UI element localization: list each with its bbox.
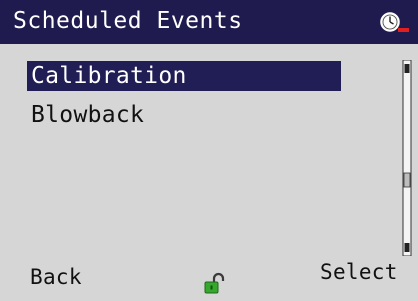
clock-alarm-icon: [380, 12, 409, 32]
title-bar: Scheduled Events: [0, 0, 418, 44]
scrollbar-thumb: [403, 172, 411, 188]
back-button[interactable]: Back: [30, 264, 82, 290]
menu-item-blowback[interactable]: Blowback: [27, 100, 341, 130]
scrollbar[interactable]: [402, 60, 412, 256]
unlocked-padlock-icon: [204, 272, 225, 294]
screen-title: Scheduled Events: [13, 8, 243, 34]
select-button[interactable]: Select: [320, 259, 398, 285]
menu-item-label: Calibration: [31, 63, 187, 89]
scroll-up-arrow: [404, 64, 410, 73]
menu-item-label: Blowback: [31, 102, 145, 128]
menu-item-calibration[interactable]: Calibration: [27, 61, 341, 91]
scroll-down-arrow: [404, 243, 410, 252]
